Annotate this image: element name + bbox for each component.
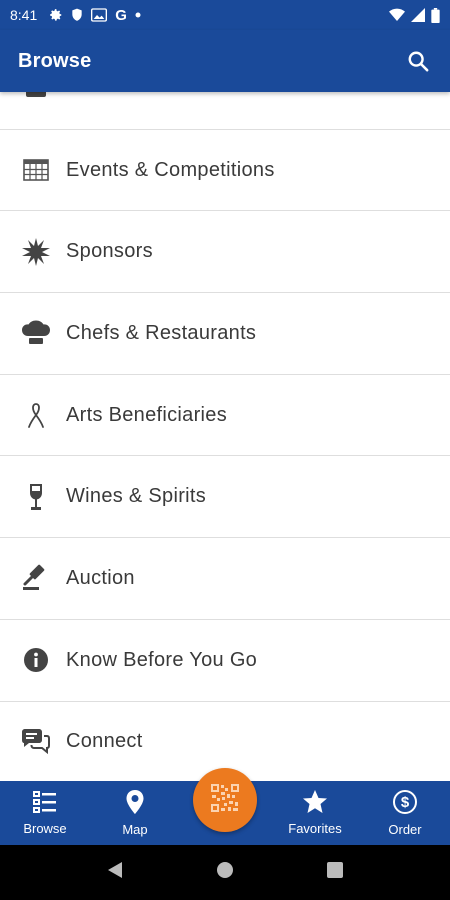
list-item-label: Know Before You Go (66, 648, 258, 671)
chef-hat-icon (20, 317, 52, 349)
nav-order-label: Order (388, 822, 422, 837)
nav-order[interactable]: $ Order (360, 781, 450, 845)
list-item-know-before[interactable]: Know Before You Go (0, 620, 450, 702)
calendar-icon (20, 154, 52, 186)
list-item-partial[interactable] (0, 92, 450, 130)
system-nav-bar (0, 845, 450, 900)
list-item-events[interactable]: Events & Competitions (0, 130, 450, 212)
app-bar: Browse (0, 30, 450, 92)
browse-list: Events & Competitions Sponsors Chefs & R… (0, 92, 450, 781)
info-icon (20, 644, 52, 676)
list-item-label: Auction (66, 566, 135, 589)
chat-icon (20, 726, 52, 758)
list-item-sponsors[interactable]: Sponsors (0, 211, 450, 294)
list-item-auction[interactable]: Auction (0, 538, 450, 620)
nav-favorites-label: Favorites (288, 821, 342, 836)
list-item-label: Events & Competitions (66, 158, 275, 181)
page-title: Browse (18, 49, 92, 72)
list-item-arts[interactable]: Arts Beneficiaries (0, 375, 450, 457)
list-item-label: Sponsors (66, 240, 153, 263)
google-icon: G (115, 6, 127, 24)
status-right-icons (389, 7, 440, 23)
nav-map-label: Map (122, 822, 148, 837)
dollar-icon: $ (392, 789, 418, 820)
nav-map[interactable]: Map (90, 781, 180, 845)
nav-browse[interactable]: Browse (0, 781, 90, 845)
starburst-icon (20, 236, 52, 268)
list-item-chefs[interactable]: Chefs & Restaurants (0, 293, 450, 375)
recents-icon[interactable] (326, 861, 344, 884)
gear-icon (49, 8, 63, 22)
list-icon (32, 790, 58, 819)
qr-code-icon (210, 783, 240, 818)
photo-icon (91, 8, 108, 22)
star-icon (302, 790, 328, 819)
map-pin-icon (125, 789, 145, 820)
gavel-icon (20, 562, 52, 594)
signal-icon (411, 8, 425, 22)
browse-list-inner: Events & Competitions Sponsors Chefs & R… (0, 92, 450, 781)
partial-icon (20, 92, 52, 104)
ribbon-icon (20, 399, 52, 431)
status-left-icons: G (49, 7, 141, 24)
list-item-label: Arts Beneficiaries (66, 403, 228, 426)
svg-text:$: $ (401, 794, 410, 811)
nav-favorites[interactable]: Favorites (270, 781, 360, 845)
wine-glass-icon (20, 481, 52, 513)
list-item-label: Wines & Spirits (66, 485, 207, 508)
wifi-icon (389, 8, 405, 22)
status-time: 8:41 (10, 7, 38, 23)
battery-icon (431, 7, 440, 23)
dot-icon (135, 12, 141, 18)
home-icon[interactable] (216, 861, 234, 884)
list-item-wines[interactable]: Wines & Spirits (0, 456, 450, 539)
qr-scan-button[interactable] (193, 768, 257, 832)
search-icon[interactable] (404, 47, 432, 75)
shield-icon (71, 8, 83, 22)
list-item-label: Chefs & Restaurants (66, 321, 257, 344)
list-item-label: Connect (66, 730, 143, 753)
nav-browse-label: Browse (23, 821, 67, 836)
back-icon[interactable] (106, 861, 124, 884)
status-bar: 8:41 G (0, 0, 450, 30)
